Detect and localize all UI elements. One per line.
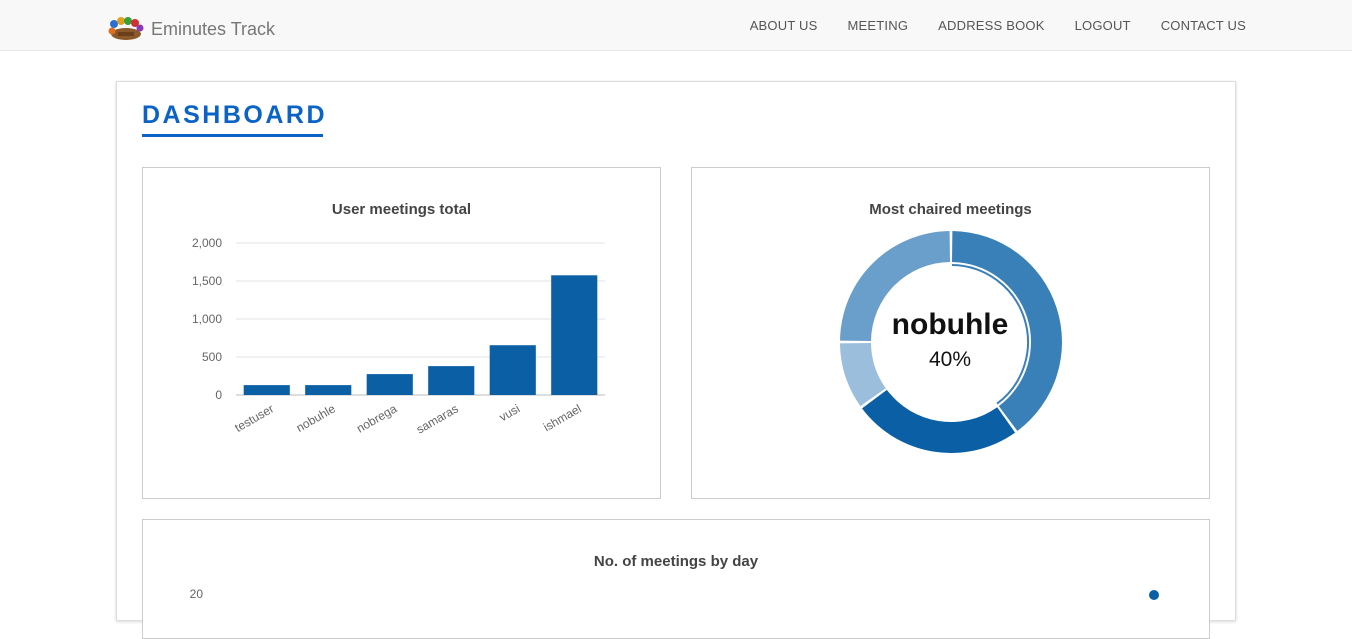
brand-name: Eminutes Track [151,18,276,39]
page-title: DASHBOARD [142,101,327,129]
bar-y-tick: 1,500 [192,274,222,288]
bar-y-tick: 1,000 [192,312,222,326]
most-chaired-card: Most chaired meetings nobuhle 40% [691,167,1210,499]
top-navbar: Eminutes Track ABOUT US MEETING ADDRESS … [0,0,1352,51]
nav-meeting[interactable]: MEETING [848,18,909,33]
bar-x-label: testuser [232,401,276,434]
bar-x-label: samaras [414,401,461,436]
bar-ishmael[interactable] [551,275,598,395]
nav-about-us[interactable]: ABOUT US [750,18,818,33]
nav-contact-us[interactable]: CONTACT US [1161,18,1246,33]
nav-logout[interactable]: LOGOUT [1075,18,1131,33]
donut-slice-1[interactable] [862,389,1016,454]
donut-center-label: nobuhle [892,308,1009,341]
bar-x-label: vusi [497,401,522,424]
bar-y-tick: 2,000 [192,236,222,250]
bar-y-tick: 500 [202,350,222,364]
donut-center-value: 40% [929,348,971,371]
bar-nobuhle[interactable] [305,385,352,395]
bar-vusi[interactable] [489,345,536,395]
bar-x-label: nobuhle [294,401,338,435]
meeting-people-logo-icon [108,17,144,40]
line-chart: 20 [190,587,1159,601]
user-meetings-card: User meetings total 0 500 1,000 1,500 2,000 t… [142,167,661,499]
donut-chart: nobuhle 40% [840,231,1062,454]
nav-menu: ABOUT US MEETING ADDRESS BOOK LOGOUT CON… [720,0,1246,50]
bar-y-tick: 0 [215,388,222,402]
bar-samaras[interactable] [428,366,475,395]
bar-nobrega[interactable] [366,374,413,395]
bar-x-label: nobrega [354,401,399,435]
bar-testuser[interactable] [243,385,290,395]
bar-x-label: ishmael [541,401,584,434]
title-underline [142,134,323,137]
bar-chart: 0 500 1,000 1,500 2,000 testuser nobuhle nobreg… [192,236,605,437]
meetings-by-day-card: No. of meetings by day 20 [142,519,1210,639]
nav-address-book[interactable]: ADDRESS BOOK [938,18,1044,33]
line-y-tick-20: 20 [190,587,204,601]
brand-link[interactable]: Eminutes Track [106,14,275,44]
